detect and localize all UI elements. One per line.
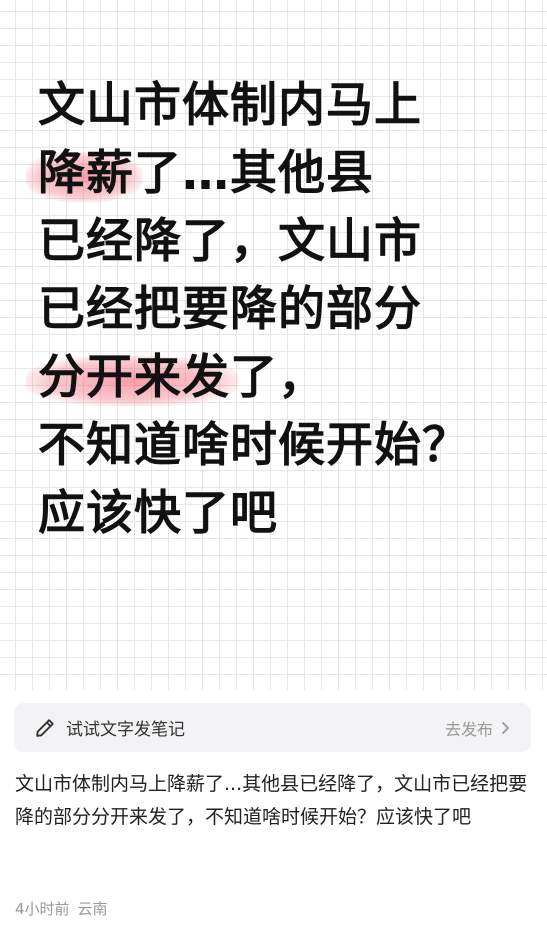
headline-line-3: 已经降了，文山市 [38,214,422,269]
headline-line-6: 不知道啥时候开始？ [38,418,470,473]
highlight-mark: 分开来发 [26,344,238,412]
pencil-icon [36,718,54,737]
post-body-text: 文山市体制内马上降薪了...其他县已经降了，文山市已经把要降的部分分开来发了，不… [15,773,528,828]
headline-line-5: 分开来发了， [26,344,538,412]
chevron-right-icon [502,721,509,734]
try-text-note-label: 试试文字发笔记 [66,720,185,740]
publish-button[interactable]: 去发布 [445,716,511,740]
post-location: 云南 [77,900,108,918]
post-meta: 4小时前 云南 [15,898,108,919]
headline-line-1: 文山市体制内马上 [38,78,422,133]
headline-line-2: 降薪了…其他县 [26,140,538,208]
note-image-card: 文山市体制内马上 降薪了…其他县 已经降了，文山市 已经把要降的部分 分开来发了… [0,0,547,690]
highlight-mark: 降薪 [26,140,142,208]
publish-label: 去发布 [444,719,493,739]
note-headline: 文山市体制内马上 降薪了…其他县 已经降了，文山市 已经把要降的部分 分开来发了… [26,72,538,548]
post-time: 4小时前 [15,900,70,918]
try-text-note-bar[interactable]: 试试文字发笔记 去发布 [14,703,531,752]
headline-line-7: 应该快了吧 [38,486,278,541]
post-detail: 试试文字发笔记 去发布 文山市体制内马上降薪了...其他县已经降了，文山市已经把… [0,690,547,938]
headline-line-4: 已经把要降的部分 [38,282,422,337]
